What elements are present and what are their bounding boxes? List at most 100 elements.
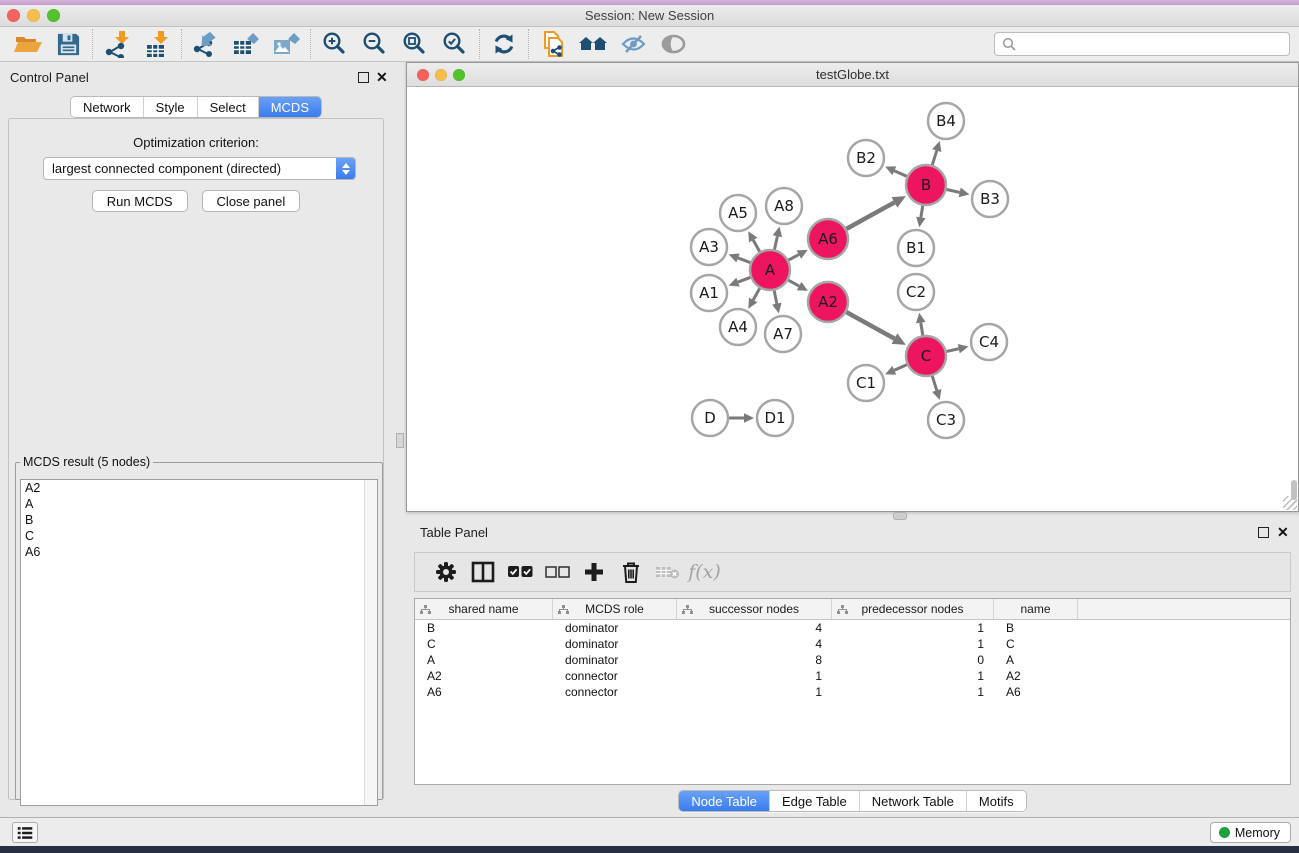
node-A6[interactable]: A6 [808,219,848,259]
node-C[interactable]: C [906,336,946,376]
table-panel-float-icon[interactable] [1258,527,1269,538]
table-cell[interactable]: connector [553,684,677,700]
task-history-button[interactable] [12,822,38,843]
table-cell[interactable]: 4 [677,620,832,636]
add-column-button[interactable] [575,555,612,589]
table-settings-button[interactable] [427,555,464,589]
table-cell[interactable]: connector [553,668,677,684]
save-session-button[interactable] [48,28,88,60]
show-all-button[interactable] [653,28,693,60]
network-canvas[interactable]: B4B2BB3A5A8A6B1A3AA1C2A2A4A7C4CC1C3DD1 [407,88,1298,511]
close-panel-button[interactable]: Close panel [202,190,301,212]
table-cell[interactable]: 1 [832,620,994,636]
column-header-predecessor-nodes[interactable]: predecessor nodes [832,599,994,619]
edge-A-A7[interactable] [772,290,781,314]
table-cell[interactable]: A6 [994,684,1078,700]
export-image-button[interactable] [266,28,306,60]
list-item[interactable]: A [21,496,377,512]
node-A[interactable]: A [750,250,790,290]
node-A7[interactable]: A7 [765,316,801,352]
node-A5[interactable]: A5 [720,195,756,231]
node-D1[interactable]: D1 [757,400,793,436]
node-B1[interactable]: B1 [898,230,934,266]
criterion-select[interactable]: largest connected component (directed) [43,157,356,180]
list-item[interactable]: C [21,528,377,544]
tab-network-table[interactable]: Network Table [860,791,967,811]
table-row[interactable]: Cdominator41C [415,636,1290,652]
node-B4[interactable]: B4 [928,103,964,139]
edge-A-A5[interactable] [748,231,760,252]
table-cell[interactable]: A6 [415,684,553,700]
table-panel-close-icon[interactable]: ✕ [1277,524,1289,540]
table-cell[interactable]: A2 [415,668,553,684]
table-cell[interactable]: B [415,620,553,636]
tab-motifs[interactable]: Motifs [967,791,1026,811]
vertical-split-handle[interactable] [396,433,404,448]
node-B2[interactable]: B2 [848,140,884,176]
delete-table-button[interactable] [649,555,686,589]
table-cell[interactable]: A [994,652,1078,668]
select-all-button[interactable] [501,555,538,589]
node-C4[interactable]: C4 [971,324,1007,360]
export-network-button[interactable] [186,28,226,60]
tab-edge-table[interactable]: Edge Table [770,791,860,811]
memory-button[interactable]: Memory [1210,822,1291,843]
node-B3[interactable]: B3 [972,181,1008,217]
table-cell[interactable]: 4 [677,636,832,652]
table-cell[interactable]: A2 [994,668,1078,684]
window-resize-grip[interactable] [1283,496,1297,510]
node-A8[interactable]: A8 [766,188,802,224]
zoom-fit-button[interactable] [395,28,435,60]
table-cell[interactable]: 8 [677,652,832,668]
export-table-button[interactable] [226,28,266,60]
edge-C-C4[interactable] [946,344,969,353]
refresh-layout-button[interactable] [484,28,524,60]
deselect-all-button[interactable] [538,555,575,589]
search-field[interactable] [994,32,1290,56]
node-C3[interactable]: C3 [928,402,964,438]
edge-B-B3[interactable] [946,188,970,197]
import-table-button[interactable] [137,28,177,60]
column-header-name[interactable]: name [994,599,1078,619]
table-cell[interactable]: 0 [832,652,994,668]
table-row[interactable]: A6connector11A6 [415,684,1290,700]
zoom-selected-button[interactable] [435,28,475,60]
zoom-out-button[interactable] [355,28,395,60]
list-item[interactable]: A6 [21,544,377,560]
tab-mcds[interactable]: MCDS [259,97,321,117]
edge-C-C1[interactable] [885,364,908,374]
control-panel-close-icon[interactable]: ✕ [376,69,388,85]
horizontal-split-handle[interactable] [893,512,907,520]
table-cell[interactable]: 1 [832,636,994,652]
new-network-from-selection-button[interactable] [533,28,573,60]
tab-node-table[interactable]: Node Table [679,791,770,811]
table-cell[interactable]: A [415,652,553,668]
table-cell[interactable]: C [415,636,553,652]
toggle-panel-layout-button[interactable] [464,555,501,589]
list-item[interactable]: A2 [21,480,377,496]
search-input[interactable] [1020,34,1289,54]
table-cell[interactable]: 1 [677,668,832,684]
edge-B-B2[interactable] [885,166,908,176]
edge-C-C3[interactable] [932,375,941,400]
table-cell[interactable]: C [994,636,1078,652]
result-list-scrollbar[interactable] [364,480,377,805]
tab-style[interactable]: Style [144,97,198,117]
open-session-button[interactable] [8,28,48,60]
tab-network[interactable]: Network [71,97,144,117]
node-A2[interactable]: A2 [808,282,848,322]
edge-A-A3[interactable] [729,253,752,262]
edge-C-C2[interactable] [916,313,925,336]
edge-A-A2[interactable] [788,280,808,291]
table-cell[interactable]: 1 [677,684,832,700]
edge-B-B1[interactable] [916,205,925,228]
edge-A6-B[interactable] [846,196,906,229]
table-cell[interactable]: dominator [553,652,677,668]
tab-select[interactable]: Select [198,97,259,117]
delete-column-button[interactable] [612,555,649,589]
table-cell[interactable]: 1 [832,668,994,684]
hide-selected-button[interactable] [613,28,653,60]
node-C1[interactable]: C1 [848,365,884,401]
list-item[interactable]: B [21,512,377,528]
node-A3[interactable]: A3 [691,229,727,265]
